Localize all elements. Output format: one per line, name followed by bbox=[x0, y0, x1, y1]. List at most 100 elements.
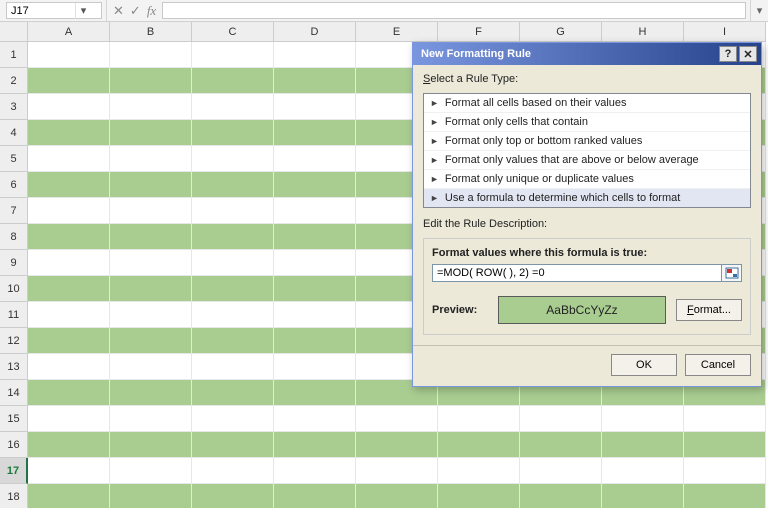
column-header[interactable]: F bbox=[438, 22, 520, 42]
grid-cell[interactable] bbox=[28, 406, 110, 432]
grid-cell[interactable] bbox=[28, 458, 110, 484]
grid-cell[interactable] bbox=[274, 198, 356, 224]
grid-cell[interactable] bbox=[192, 380, 274, 406]
grid-cell[interactable] bbox=[192, 354, 274, 380]
grid-cell[interactable] bbox=[274, 458, 356, 484]
row-header[interactable]: 12 bbox=[0, 328, 28, 354]
rule-type-item[interactable]: ►Format only top or bottom ranked values bbox=[424, 132, 750, 151]
grid-cell[interactable] bbox=[274, 354, 356, 380]
grid-cell[interactable] bbox=[110, 42, 192, 68]
grid-cell[interactable] bbox=[28, 172, 110, 198]
grid-cell[interactable] bbox=[520, 458, 602, 484]
grid-cell[interactable] bbox=[274, 432, 356, 458]
ok-button[interactable]: OK bbox=[611, 354, 677, 376]
grid-cell[interactable] bbox=[110, 276, 192, 302]
grid-cell[interactable] bbox=[274, 68, 356, 94]
grid-cell[interactable] bbox=[274, 328, 356, 354]
grid-cell[interactable] bbox=[684, 432, 766, 458]
grid-cell[interactable] bbox=[274, 224, 356, 250]
grid-cell[interactable] bbox=[192, 120, 274, 146]
grid-cell[interactable] bbox=[274, 42, 356, 68]
row-header[interactable]: 17 bbox=[0, 458, 28, 484]
grid-cell[interactable] bbox=[192, 224, 274, 250]
grid-cell[interactable] bbox=[110, 120, 192, 146]
column-header[interactable]: C bbox=[192, 22, 274, 42]
grid-cell[interactable] bbox=[28, 380, 110, 406]
grid-cell[interactable] bbox=[356, 432, 438, 458]
grid-cell[interactable] bbox=[28, 120, 110, 146]
grid-cell[interactable] bbox=[356, 458, 438, 484]
grid-cell[interactable] bbox=[438, 484, 520, 508]
grid-cell[interactable] bbox=[192, 198, 274, 224]
column-header[interactable]: E bbox=[356, 22, 438, 42]
name-box[interactable]: ▾ bbox=[6, 2, 102, 19]
rule-type-item[interactable]: ►Format only cells that contain bbox=[424, 113, 750, 132]
rule-type-item[interactable]: ►Format all cells based on their values bbox=[424, 94, 750, 113]
insert-function-icon[interactable]: fx bbox=[147, 0, 156, 22]
confirm-formula-icon[interactable]: ✓ bbox=[130, 0, 141, 22]
grid-cell[interactable] bbox=[110, 198, 192, 224]
cancel-formula-icon[interactable]: ✕ bbox=[113, 0, 124, 22]
grid-cell[interactable] bbox=[192, 94, 274, 120]
grid-cell[interactable] bbox=[192, 250, 274, 276]
grid-cell[interactable] bbox=[684, 406, 766, 432]
grid-cell[interactable] bbox=[192, 172, 274, 198]
grid-cell[interactable] bbox=[602, 406, 684, 432]
grid-cell[interactable] bbox=[28, 302, 110, 328]
grid-cell[interactable] bbox=[110, 406, 192, 432]
grid-cell[interactable] bbox=[110, 302, 192, 328]
grid-cell[interactable] bbox=[28, 42, 110, 68]
grid-cell[interactable] bbox=[110, 172, 192, 198]
grid-cell[interactable] bbox=[520, 432, 602, 458]
grid-cell[interactable] bbox=[28, 68, 110, 94]
row-header[interactable]: 10 bbox=[0, 276, 28, 302]
column-header[interactable]: I bbox=[684, 22, 766, 42]
grid-cell[interactable] bbox=[110, 328, 192, 354]
grid-cell[interactable] bbox=[110, 224, 192, 250]
grid-cell[interactable] bbox=[192, 328, 274, 354]
rule-type-item[interactable]: ►Format only values that are above or be… bbox=[424, 151, 750, 170]
row-header[interactable]: 16 bbox=[0, 432, 28, 458]
grid-cell[interactable] bbox=[274, 250, 356, 276]
row-header[interactable]: 18 bbox=[0, 484, 28, 508]
formula-input-field[interactable] bbox=[432, 264, 722, 282]
help-button[interactable]: ? bbox=[719, 46, 737, 62]
grid-cell[interactable] bbox=[602, 484, 684, 508]
grid-cell[interactable] bbox=[28, 146, 110, 172]
grid-cell[interactable] bbox=[110, 432, 192, 458]
row-header[interactable]: 6 bbox=[0, 172, 28, 198]
grid-cell[interactable] bbox=[28, 276, 110, 302]
grid-cell[interactable] bbox=[438, 432, 520, 458]
grid-cell[interactable] bbox=[274, 120, 356, 146]
select-all-corner[interactable] bbox=[0, 22, 28, 42]
grid-cell[interactable] bbox=[274, 302, 356, 328]
grid-cell[interactable] bbox=[356, 406, 438, 432]
grid-cell[interactable] bbox=[438, 458, 520, 484]
row-header[interactable]: 1 bbox=[0, 42, 28, 68]
formula-input-wrap[interactable] bbox=[162, 2, 746, 19]
grid-cell[interactable] bbox=[274, 276, 356, 302]
cancel-button[interactable]: Cancel bbox=[685, 354, 751, 376]
grid-cell[interactable] bbox=[438, 406, 520, 432]
grid-cell[interactable] bbox=[192, 276, 274, 302]
grid-cell[interactable] bbox=[28, 354, 110, 380]
grid-cell[interactable] bbox=[520, 406, 602, 432]
grid-cell[interactable] bbox=[192, 458, 274, 484]
grid-cell[interactable] bbox=[110, 68, 192, 94]
name-box-input[interactable] bbox=[7, 5, 75, 17]
range-selector-icon[interactable] bbox=[722, 264, 742, 282]
grid-cell[interactable] bbox=[192, 146, 274, 172]
grid-cell[interactable] bbox=[356, 484, 438, 508]
row-header[interactable]: 4 bbox=[0, 120, 28, 146]
grid-cell[interactable] bbox=[110, 250, 192, 276]
grid-cell[interactable] bbox=[28, 484, 110, 508]
rule-type-item[interactable]: ►Use a formula to determine which cells … bbox=[424, 189, 750, 207]
grid-cell[interactable] bbox=[110, 458, 192, 484]
grid-cell[interactable] bbox=[28, 250, 110, 276]
row-header[interactable]: 14 bbox=[0, 380, 28, 406]
grid-cell[interactable] bbox=[274, 146, 356, 172]
row-header[interactable]: 3 bbox=[0, 94, 28, 120]
grid-cell[interactable] bbox=[192, 68, 274, 94]
grid-cell[interactable] bbox=[110, 380, 192, 406]
grid-cell[interactable] bbox=[192, 42, 274, 68]
